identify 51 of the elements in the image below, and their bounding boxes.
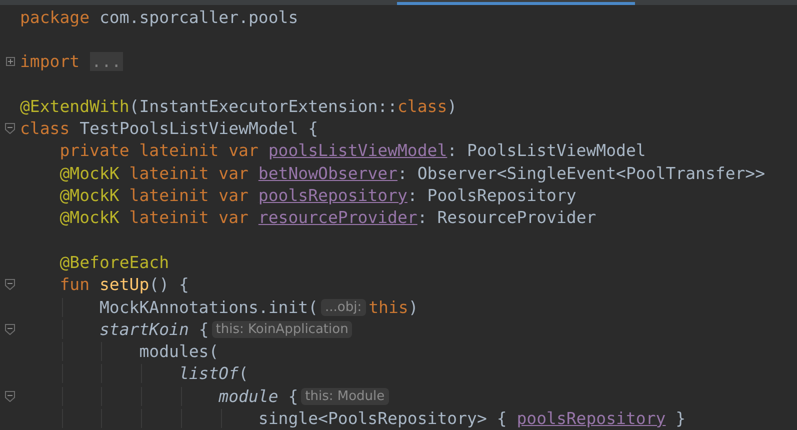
- keyword: fun: [58, 275, 91, 294]
- keyword: package: [20, 8, 90, 27]
- function-name: setUp: [99, 275, 150, 294]
- code-text: single<PoolsRepository> {: [257, 408, 508, 428]
- field-name: betNowObserver: [258, 164, 398, 183]
- code-text: : PoolsListViewModel: [447, 141, 646, 160]
- inlay-hint: this: Module: [301, 388, 389, 405]
- annotation: @ExtendWith: [20, 96, 130, 116]
- annotation: @MockK: [58, 164, 120, 183]
- keyword: private lateinit var: [58, 141, 260, 160]
- keyword: lateinit var: [128, 186, 250, 206]
- field-name: poolsRepository: [516, 408, 666, 428]
- code-text: (InstantExecutorExtension::: [129, 96, 398, 116]
- field-name: resourceProvider: [258, 208, 418, 228]
- code-text: : ResourceProvider: [417, 208, 596, 228]
- annotation: @MockK: [58, 208, 120, 228]
- code-text: modules(: [138, 342, 219, 362]
- folded-code: ...: [90, 52, 124, 72]
- field-name: poolsListViewModel: [268, 141, 448, 160]
- code-text: }: [674, 408, 686, 428]
- inlay-hint: this: KoinApplication: [212, 320, 352, 338]
- inlay-hint: ...obj:: [321, 298, 366, 316]
- collapse-icon[interactable]: [5, 390, 15, 402]
- function-call: module: [218, 386, 278, 406]
- code-text: ): [408, 298, 418, 316]
- keyword: class: [20, 119, 70, 138]
- field-name: poolsRepository: [258, 186, 408, 206]
- code-text: : PoolsRepository: [407, 186, 576, 206]
- keyword: class: [398, 96, 448, 116]
- function-call: listOf: [178, 364, 239, 384]
- editor-tab[interactable]: [397, 0, 635, 5]
- expand-icon[interactable]: [6, 57, 14, 66]
- code-text: () {: [149, 275, 189, 294]
- collapse-icon[interactable]: [5, 123, 15, 134]
- code-text: MockKAnnotations.init(: [98, 298, 318, 316]
- code-text: com.sporcaller.pools: [98, 8, 298, 27]
- code-text: {: [198, 320, 209, 339]
- keyword: this: [368, 298, 408, 316]
- collapse-icon[interactable]: [5, 324, 15, 335]
- function-call: startKoin: [98, 320, 189, 339]
- code-text: TestPoolsListViewModel {: [78, 119, 318, 138]
- keyword: lateinit var: [128, 164, 250, 183]
- keyword: lateinit var: [128, 208, 250, 228]
- code-text: (: [238, 364, 248, 384]
- code-text: ): [447, 96, 458, 116]
- keyword: import: [20, 52, 81, 72]
- code-text: {: [287, 386, 298, 406]
- annotation: @MockK: [58, 186, 120, 206]
- collapse-icon[interactable]: [5, 279, 15, 290]
- annotation: @BeforeEach: [58, 252, 170, 272]
- code-text: : Observer<SingleEvent<PoolTransfer>>: [398, 164, 766, 183]
